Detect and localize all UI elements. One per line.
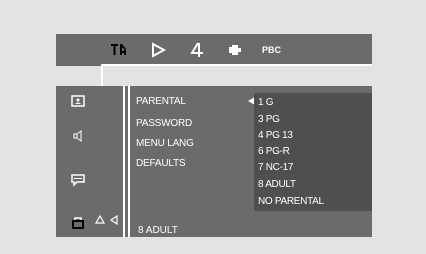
pointer-left-icon (109, 215, 119, 225)
option-1-g[interactable]: 1 G (258, 97, 274, 109)
selection-pointer-icon (247, 97, 255, 105)
menu-item-parental[interactable]: PARENTAL (136, 96, 186, 108)
audio-icon[interactable] (188, 40, 208, 60)
panel-divider-2 (128, 86, 130, 237)
picture-icon[interactable] (70, 93, 86, 109)
lock-icon[interactable] (70, 214, 86, 230)
panel-divider (123, 86, 125, 237)
tab-pbc[interactable]: PBC (262, 45, 281, 55)
option-no-parental[interactable]: NO PARENTAL (258, 196, 324, 208)
play-icon[interactable] (149, 40, 169, 60)
tab-underline (101, 64, 372, 66)
option-6-pgr[interactable]: 6 PG-R (258, 146, 290, 158)
option-4-pg13[interactable]: 4 PG 13 (258, 130, 293, 142)
option-7-nc17[interactable]: 7 NC-17 (258, 162, 293, 174)
menu-item-defaults[interactable]: DEFAULTS (136, 158, 186, 170)
option-8-adult[interactable]: 8 ADULT (258, 179, 296, 191)
menu-item-menu-lang[interactable]: MENU LANG (136, 138, 194, 150)
active-tab-caret-icon (95, 215, 105, 225)
option-3-pg[interactable]: 3 PG (258, 114, 280, 126)
menu-item-password[interactable]: PASSWORD (136, 118, 192, 130)
settings-icon[interactable] (110, 40, 130, 60)
speaker-icon[interactable] (225, 40, 245, 60)
subtitle-icon[interactable] (70, 172, 86, 188)
sound-icon[interactable] (70, 128, 86, 144)
current-setting-value: 8 ADULT (138, 225, 178, 236)
tab-bar (56, 34, 372, 66)
